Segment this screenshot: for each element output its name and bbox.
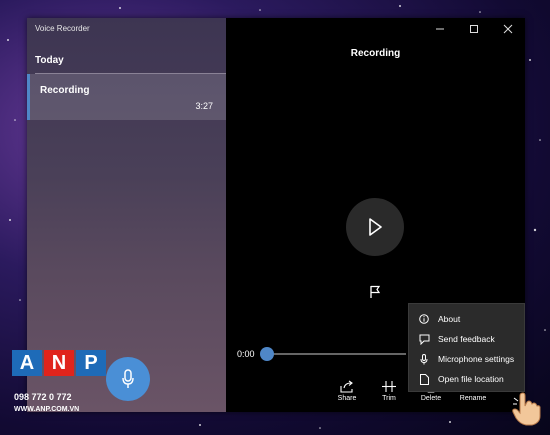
logo-letter-p: P bbox=[76, 350, 106, 376]
pointer-hand-icon bbox=[512, 392, 541, 426]
trim-icon bbox=[382, 381, 396, 392]
trim-button[interactable]: Trim bbox=[369, 380, 409, 402]
menu-item-microphone-settings-label: Microphone settings bbox=[438, 354, 515, 364]
minimize-icon bbox=[436, 28, 444, 30]
record-button[interactable] bbox=[106, 357, 150, 401]
app-title: Voice Recorder bbox=[35, 24, 90, 33]
share-label: Share bbox=[337, 395, 357, 402]
playback-track[interactable] bbox=[266, 353, 406, 355]
menu-item-open-file-location[interactable]: Open file location bbox=[409, 369, 524, 389]
microphone-icon bbox=[420, 353, 428, 364]
menu-item-open-file-location-label: Open file location bbox=[438, 374, 504, 384]
trim-label: Trim bbox=[382, 395, 396, 402]
playback-slider-thumb[interactable] bbox=[260, 347, 274, 361]
logo-letter-a: A bbox=[12, 350, 42, 376]
info-icon bbox=[419, 314, 429, 324]
share-icon bbox=[340, 380, 353, 393]
flag-icon bbox=[370, 285, 381, 298]
play-icon bbox=[369, 218, 382, 236]
close-button[interactable] bbox=[491, 18, 525, 40]
file-icon bbox=[419, 373, 429, 385]
current-time: 0:00 bbox=[237, 349, 255, 359]
recording-list-item[interactable]: Recording 3:27 bbox=[27, 74, 226, 120]
recording-duration: 3:27 bbox=[195, 101, 213, 111]
rename-label: Rename bbox=[459, 395, 487, 402]
microphone-icon bbox=[122, 369, 134, 388]
menu-item-about-label: About bbox=[438, 314, 461, 324]
recording-name: Recording bbox=[40, 85, 90, 96]
recording-title: Recording bbox=[350, 48, 401, 59]
anp-watermark-logo: A N P 098 772 0 772 WWW.ANP.COM.VN bbox=[12, 350, 112, 420]
menu-item-send-feedback-label: Send feedback bbox=[438, 334, 495, 344]
menu-item-about[interactable]: About bbox=[409, 309, 524, 329]
add-marker-button[interactable] bbox=[369, 285, 381, 304]
minimize-button[interactable] bbox=[423, 18, 457, 40]
watermark-phone: 098 772 0 772 bbox=[14, 392, 72, 402]
menu-item-send-feedback[interactable]: Send feedback bbox=[409, 329, 524, 349]
close-icon bbox=[503, 24, 513, 34]
share-button[interactable]: Share bbox=[327, 380, 367, 402]
menu-item-microphone-settings[interactable]: Microphone settings bbox=[409, 349, 524, 369]
maximize-button[interactable] bbox=[457, 18, 491, 40]
more-options-menu: About Send feedback Microphone settings … bbox=[408, 303, 525, 392]
window-caption-buttons bbox=[423, 18, 525, 40]
delete-label: Delete bbox=[420, 395, 442, 402]
maximize-icon bbox=[470, 25, 478, 33]
section-header-today: Today bbox=[35, 55, 64, 66]
logo-letter-n: N bbox=[44, 350, 74, 376]
feedback-icon bbox=[419, 334, 429, 345]
watermark-site: WWW.ANP.COM.VN bbox=[14, 406, 80, 413]
play-button[interactable] bbox=[346, 198, 404, 256]
